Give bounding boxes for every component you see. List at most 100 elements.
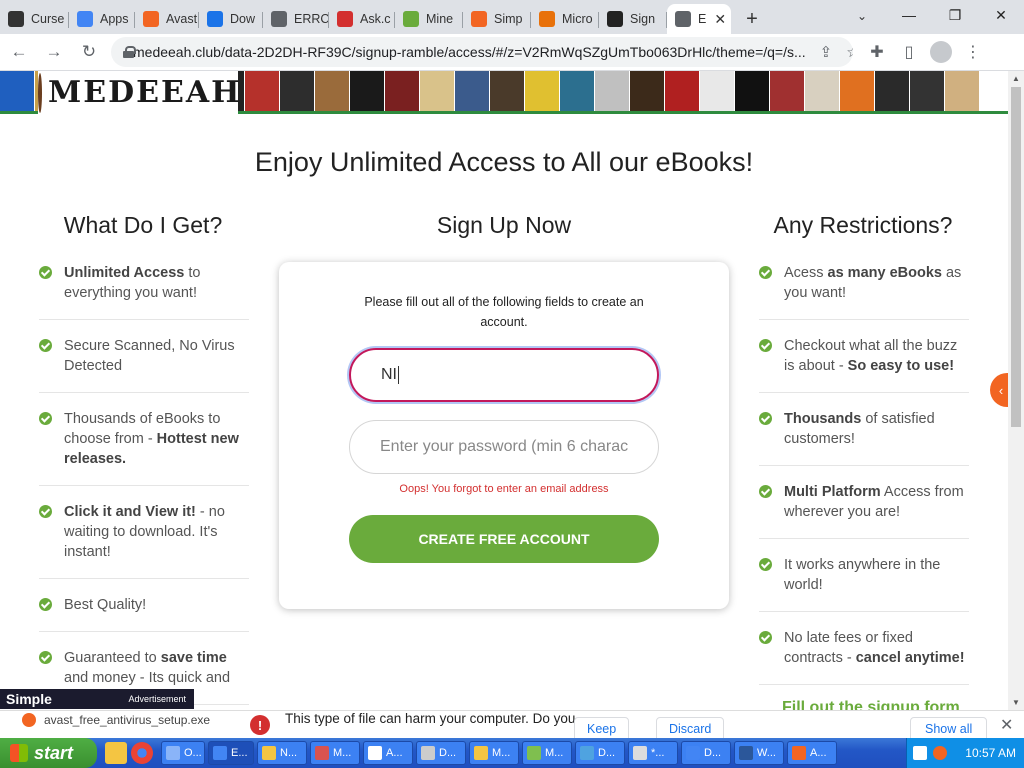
email-field[interactable]: NI bbox=[349, 348, 659, 402]
feature-bold-text: Multi Platform bbox=[784, 484, 881, 500]
feature-bold-text: Thousands bbox=[784, 411, 862, 427]
taskbar-window-button[interactable]: A... bbox=[363, 741, 413, 765]
windows-taskbar: start O... E... N... M... A... D... M... M... D.… bbox=[0, 738, 1024, 768]
app-icon bbox=[474, 746, 488, 760]
browser-tab[interactable]: Dow bbox=[199, 4, 263, 34]
app-icon bbox=[262, 746, 276, 760]
signup-form-link[interactable]: Fill out the signup form bbox=[782, 699, 960, 710]
browser-tab[interactable]: Mine bbox=[395, 4, 463, 34]
taskbar-window-button[interactable]: A... bbox=[787, 741, 837, 765]
password-field[interactable]: Enter your password (min 6 charac bbox=[349, 420, 659, 474]
show-all-button[interactable]: Show all bbox=[910, 717, 988, 738]
forward-icon[interactable]: → bbox=[38, 36, 70, 68]
browser-tab[interactable]: Avast bbox=[135, 4, 199, 34]
tab-label: Simp bbox=[494, 12, 523, 26]
email-error-message: Oops! You forgot to enter an email addre… bbox=[399, 483, 609, 495]
start-button[interactable]: start bbox=[0, 738, 97, 768]
keep-button[interactable]: Keep bbox=[574, 717, 630, 738]
browser-tab[interactable]: Ask.c bbox=[329, 4, 395, 34]
browser-tab[interactable]: Simp bbox=[463, 4, 531, 34]
browser-tab-strip: Curse Apps Avast Dow ERRC Ask.c Mine Simp Micro S… bbox=[0, 0, 1024, 34]
check-circle-icon bbox=[759, 339, 772, 352]
download-item[interactable]: avast_free_antivirus_setup.exe bbox=[22, 713, 210, 727]
app-icon bbox=[421, 746, 435, 760]
book-cover bbox=[840, 71, 874, 111]
app-icon bbox=[739, 746, 753, 760]
scrollbar-thumb[interactable] bbox=[1011, 87, 1021, 427]
ad-brand: Simple bbox=[6, 691, 52, 707]
feature-item: Checkout what all the buzz is about - So… bbox=[759, 336, 969, 393]
taskbar-window-button[interactable]: O... bbox=[161, 741, 205, 765]
tab-search-icon[interactable]: ⌄ bbox=[850, 4, 874, 28]
check-circle-icon bbox=[759, 412, 772, 425]
app-icon bbox=[792, 746, 806, 760]
discard-button[interactable]: Discard bbox=[656, 717, 725, 738]
taskbar-window-button[interactable]: *... bbox=[628, 741, 678, 765]
browser-tab[interactable]: Micro bbox=[531, 4, 599, 34]
bookmark-star-icon[interactable]: ☆ bbox=[846, 43, 853, 61]
book-cover bbox=[280, 71, 314, 111]
taskbar-window-button[interactable]: D... bbox=[681, 741, 731, 765]
book-cover bbox=[315, 71, 349, 111]
taskbar-window-button[interactable]: N... bbox=[257, 741, 307, 765]
browser-tab[interactable]: E ✕ bbox=[667, 4, 731, 34]
book-cover bbox=[385, 71, 419, 111]
side-panel-icon[interactable]: ▯ bbox=[893, 36, 925, 68]
web-page: MEDEEAH Enjoy Unlimited Access to All ou… bbox=[0, 71, 1008, 710]
taskbar-window-button[interactable]: M... bbox=[310, 741, 360, 765]
browser-tab[interactable]: Apps bbox=[69, 4, 135, 34]
book-cover bbox=[525, 71, 559, 111]
check-circle-icon bbox=[759, 558, 772, 571]
check-circle-icon bbox=[759, 266, 772, 279]
reload-icon[interactable]: ↻ bbox=[73, 36, 105, 68]
app-icon bbox=[527, 746, 541, 760]
chrome-icon[interactable] bbox=[131, 742, 153, 764]
taskbar-window-button[interactable]: D... bbox=[416, 741, 466, 765]
tab-label: Ask.c bbox=[360, 12, 391, 26]
download-filename: avast_free_antivirus_setup.exe bbox=[44, 713, 211, 727]
close-tab-icon[interactable]: ✕ bbox=[714, 11, 726, 28]
new-tab-button[interactable]: + bbox=[737, 4, 767, 34]
browser-toolbar: ← → ↻ medeeah.club/data-2D2DH-RF39C/sign… bbox=[0, 34, 1024, 71]
restore-icon[interactable]: ❐ bbox=[932, 0, 978, 30]
scroll-down-icon[interactable]: ▼ bbox=[1012, 698, 1020, 707]
site-logo[interactable]: MEDEEAH bbox=[38, 71, 239, 114]
book-cover bbox=[350, 71, 384, 111]
explorer-icon[interactable] bbox=[105, 742, 127, 764]
apps-grid-icon bbox=[77, 11, 93, 27]
browser-tab[interactable]: ERRC bbox=[263, 4, 329, 34]
left-feature-list: Unlimited Access to everything you want!… bbox=[39, 263, 249, 710]
page-scrollbar[interactable]: ▲ ▼ bbox=[1008, 71, 1024, 710]
menu-kebab-icon[interactable]: ⋮ bbox=[957, 36, 989, 68]
create-account-button[interactable]: CREATE FREE ACCOUNT bbox=[349, 515, 659, 563]
taskbar-window-button[interactable]: W... bbox=[734, 741, 784, 765]
feature-bold-text: as many eBooks bbox=[827, 265, 942, 281]
avast-tray-icon[interactable] bbox=[933, 746, 947, 760]
logo-face-icon bbox=[38, 72, 42, 113]
feature-text: Best Quality! bbox=[64, 597, 147, 613]
minimize-icon[interactable]: — bbox=[886, 0, 932, 30]
taskbar-window-button[interactable]: M... bbox=[522, 741, 572, 765]
simple-ad-badge[interactable]: Simple Advertisement bbox=[0, 689, 194, 709]
feature-item: Click it and View it! - no waiting to do… bbox=[39, 502, 249, 579]
address-bar[interactable]: medeeah.club/data-2D2DH-RF39C/signup-ram… bbox=[111, 37, 853, 67]
back-icon[interactable]: ← bbox=[3, 36, 35, 68]
scroll-up-icon[interactable]: ▲ bbox=[1012, 74, 1020, 83]
taskbar-window-button[interactable]: M... bbox=[469, 741, 519, 765]
share-icon[interactable]: ⇪ bbox=[820, 43, 833, 61]
close-download-bar-icon[interactable]: ✕ bbox=[1000, 715, 1013, 735]
tab-label: Dow bbox=[230, 12, 256, 26]
quick-launch bbox=[105, 742, 157, 764]
browser-tab[interactable]: Sign bbox=[599, 4, 667, 34]
extensions-icon[interactable]: ✚ bbox=[861, 36, 893, 68]
feature-item: Acess as many eBooks as you want! bbox=[759, 263, 969, 320]
profile-avatar[interactable] bbox=[930, 41, 952, 63]
browser-tab[interactable]: Curse bbox=[0, 4, 69, 34]
shield-icon[interactable] bbox=[913, 746, 927, 760]
taskbar-window-button[interactable]: E... bbox=[208, 741, 254, 765]
close-window-icon[interactable]: ✕ bbox=[978, 0, 1024, 30]
taskbar-window-button[interactable]: D... bbox=[575, 741, 625, 765]
side-panel-toggle-icon[interactable]: ‹ bbox=[990, 373, 1008, 407]
check-circle-icon bbox=[759, 631, 772, 644]
download-icon bbox=[207, 11, 223, 27]
